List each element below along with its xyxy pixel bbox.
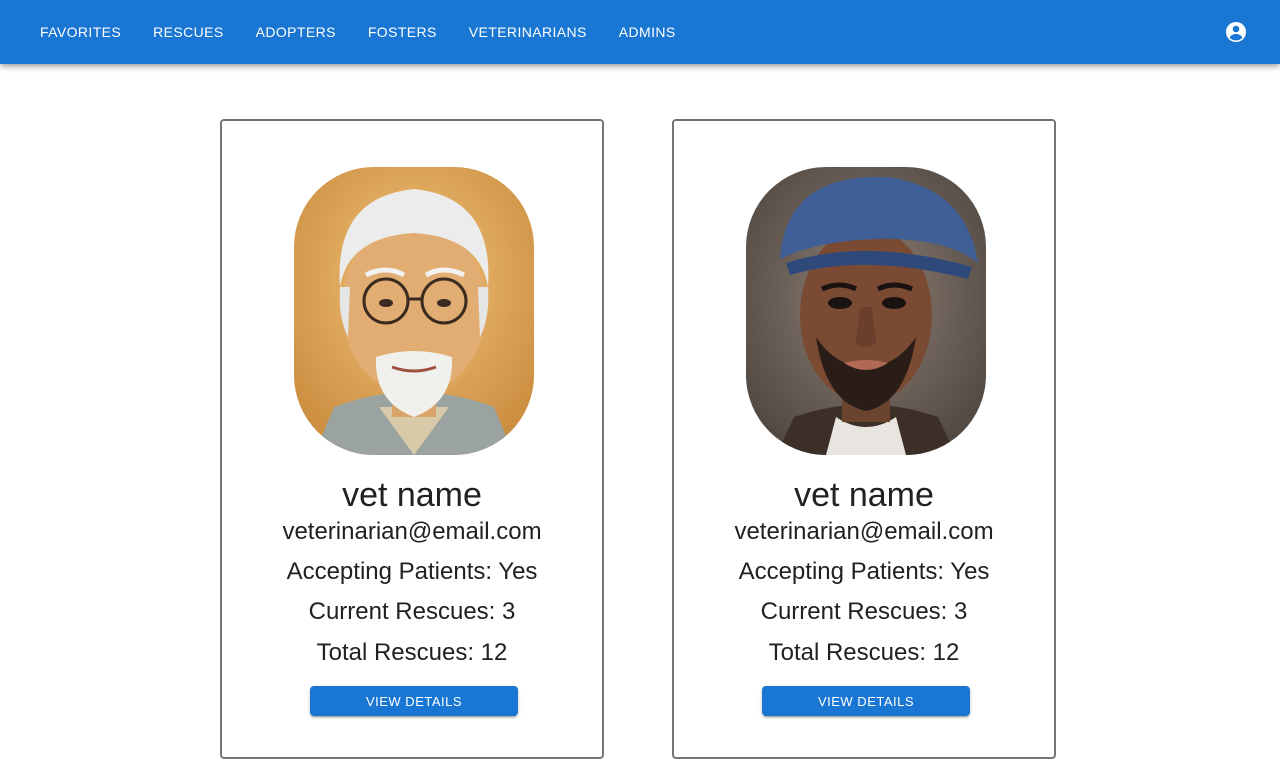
- vet-photo: [294, 167, 534, 455]
- nav-adopters[interactable]: ADOPTERS: [240, 18, 352, 46]
- nav-veterinarians[interactable]: VETERINARIANS: [453, 18, 603, 46]
- vet-photo: [746, 167, 986, 455]
- current-rescues: Current Rescues: 3: [308, 598, 516, 625]
- vet-email: veterinarian@email.com: [734, 518, 994, 545]
- account-circle-icon[interactable]: [1224, 20, 1248, 44]
- vet-name: vet name: [342, 476, 482, 514]
- total-rescues: Total Rescues: 12: [316, 639, 508, 666]
- view-details-button[interactable]: VIEW DETAILS: [762, 686, 970, 716]
- view-details-button[interactable]: VIEW DETAILS: [310, 686, 518, 716]
- vet-card: vet name veterinarian@email.com Acceptin…: [220, 119, 604, 759]
- top-app-bar: FAVORITES RESCUES ADOPTERS FOSTERS VETER…: [0, 0, 1280, 64]
- current-rescues: Current Rescues: 3: [760, 598, 968, 625]
- vet-card: vet name veterinarian@email.com Acceptin…: [672, 119, 1056, 759]
- nav-favorites[interactable]: FAVORITES: [24, 18, 137, 46]
- accepting-patients: Accepting Patients: Yes: [286, 558, 538, 585]
- accepting-patients: Accepting Patients: Yes: [738, 558, 990, 585]
- vet-name: vet name: [794, 476, 934, 514]
- main-nav: FAVORITES RESCUES ADOPTERS FOSTERS VETER…: [24, 0, 692, 64]
- nav-rescues[interactable]: RESCUES: [137, 18, 239, 46]
- nav-fosters[interactable]: FOSTERS: [352, 18, 453, 46]
- nav-admins[interactable]: ADMINS: [603, 18, 692, 46]
- vet-email: veterinarian@email.com: [282, 518, 542, 545]
- total-rescues: Total Rescues: 12: [768, 639, 960, 666]
